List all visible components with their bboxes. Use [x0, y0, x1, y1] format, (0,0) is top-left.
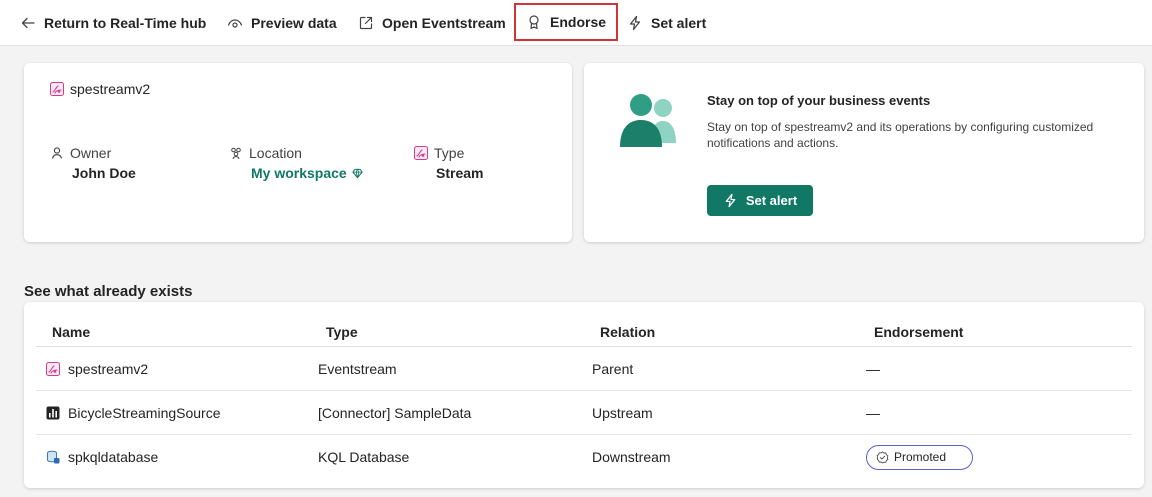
owner-value: John Doe: [72, 165, 136, 181]
people-group-icon: [231, 147, 241, 160]
row-relation: Upstream: [592, 405, 653, 421]
endorse-label: Endorse: [550, 14, 607, 30]
location-label: Location: [249, 145, 302, 161]
row-type: [Connector] SampleData: [318, 405, 472, 421]
row-name: BicycleStreamingSource: [68, 405, 221, 421]
flash-icon: [629, 15, 641, 31]
endorse-button[interactable]: Endorse: [514, 3, 619, 41]
location-field: Location My workspace: [229, 145, 363, 181]
column-header-endorsement[interactable]: Endorsement: [874, 324, 963, 340]
location-link[interactable]: My workspace: [251, 165, 363, 181]
table-row[interactable]: spkqldatabase KQL Database Downstream Pr…: [36, 435, 1132, 479]
row-name-cell: spestreamv2: [46, 347, 148, 391]
stream-name: spestreamv2: [70, 81, 151, 97]
table-row[interactable]: BicycleStreamingSource [Connector] Sampl…: [36, 391, 1132, 435]
row-relation: Parent: [592, 361, 634, 377]
open-eventstream-button[interactable]: Open Eventstream: [358, 12, 506, 34]
open-eventstream-label: Open Eventstream: [382, 15, 506, 31]
eventstream-icon: [46, 362, 60, 376]
table-row[interactable]: spestreamv2 Eventstream Parent —: [36, 347, 1132, 391]
person-icon: [51, 147, 63, 159]
eye-icon: [227, 19, 243, 28]
alert-card-title: Stay on top of your business events: [707, 93, 931, 108]
return-to-hub-button[interactable]: Return to Real-Time hub: [20, 12, 206, 34]
section-title: See what already exists: [24, 283, 193, 300]
eventstream-icon: [50, 82, 64, 96]
stream-details-card: spestreamv2 Owner John Doe Location My w…: [24, 63, 572, 242]
alert-card-description: Stay on top of spestreamv2 and its opera…: [707, 120, 1094, 150]
row-relation: Downstream: [592, 449, 671, 465]
column-header-name[interactable]: Name: [52, 324, 90, 340]
arrow-left-icon: [21, 17, 35, 29]
source-chart-icon: [46, 406, 60, 420]
set-alert-toolbar-button[interactable]: Set alert: [627, 12, 706, 34]
row-endorsement: —: [866, 361, 880, 377]
set-alert-button[interactable]: Set alert: [707, 185, 813, 216]
row-name-cell: spkqldatabase: [46, 435, 158, 479]
flash-icon: [725, 193, 736, 208]
set-alert-button-label: Set alert: [745, 193, 798, 208]
row-endorsement-cell: Promoted: [866, 435, 973, 479]
row-type: KQL Database: [318, 449, 410, 465]
preview-data-button[interactable]: Preview data: [227, 12, 337, 34]
ribbon-icon: [529, 15, 539, 30]
owner-field: Owner John Doe: [50, 145, 136, 181]
diamond-icon: [352, 167, 363, 178]
row-name-cell: BicycleStreamingSource: [46, 391, 221, 435]
alert-card: Stay on top of your business events Stay…: [584, 63, 1144, 242]
promoted-badge: Promoted: [866, 444, 973, 470]
row-endorsement: —: [866, 405, 880, 421]
type-field: Type Stream: [414, 145, 483, 181]
command-bar: Return to Real-Time hub Preview data Ope…: [0, 0, 1152, 46]
column-header-relation[interactable]: Relation: [600, 324, 655, 340]
type-value: Stream: [436, 165, 484, 181]
set-alert-toolbar-label: Set alert: [651, 15, 707, 31]
badge-check-icon: [876, 451, 889, 463]
type-label: Type: [434, 145, 465, 161]
preview-data-label: Preview data: [251, 15, 337, 31]
location-value: My workspace: [251, 165, 347, 181]
stream-title: spestreamv2: [50, 81, 150, 97]
related-items-table: Name Type Relation Endorsement spestream…: [24, 302, 1144, 488]
endorsement-label: Promoted: [894, 450, 947, 464]
kql-database-icon: [47, 450, 60, 464]
eventstream-icon: [414, 146, 428, 160]
row-type: Eventstream: [318, 361, 397, 377]
row-name: spestreamv2: [68, 361, 149, 377]
row-name: spkqldatabase: [68, 449, 159, 465]
column-header-type[interactable]: Type: [326, 324, 358, 340]
owner-label: Owner: [70, 145, 112, 161]
open-external-icon: [359, 16, 373, 30]
people-illustration-icon: [620, 94, 676, 147]
return-to-hub-label: Return to Real-Time hub: [44, 15, 207, 31]
